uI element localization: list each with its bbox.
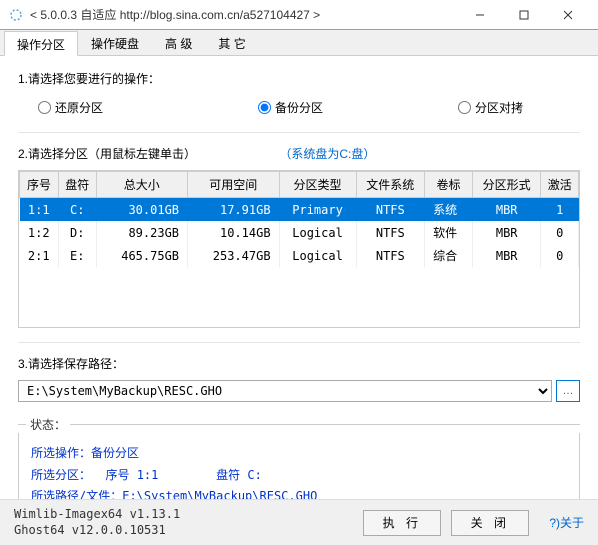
close-button[interactable] xyxy=(546,0,590,30)
table-header[interactable]: 盘符 xyxy=(59,172,97,198)
browse-button[interactable]: … xyxy=(556,380,580,402)
operation-radios: 还原分区 备份分区 分区对拷 xyxy=(18,95,580,130)
table-header[interactable]: 卷标 xyxy=(425,172,473,198)
tab-other[interactable]: 其 它 xyxy=(205,30,258,55)
save-path-input[interactable]: E:\System\MyBackup\RESC.GHO xyxy=(18,380,552,402)
tab-bar: 操作分区 操作硬盘 高 级 其 它 xyxy=(0,30,598,56)
radio-restore[interactable]: 还原分区 xyxy=(38,99,258,116)
section1-label: 1.请选择您要进行的操作： xyxy=(18,70,580,87)
table-header[interactable]: 分区形式 xyxy=(472,172,541,198)
table-header[interactable]: 文件系统 xyxy=(356,172,425,198)
close-footer-button[interactable]: 关 闭 xyxy=(451,510,529,536)
radio-copy[interactable]: 分区对拷 xyxy=(458,99,523,116)
footer: Wimlib-Imagex64 v1.13.1 Ghost64 v12.0.0.… xyxy=(0,499,598,545)
about-link[interactable]: ?)关于 xyxy=(549,514,584,531)
tab-partition[interactable]: 操作分区 xyxy=(4,31,78,56)
execute-button[interactable]: 执 行 xyxy=(363,510,441,536)
titlebar: < 5.0.0.3 自适应 http://blog.sina.com.cn/a5… xyxy=(0,0,598,30)
tab-advanced[interactable]: 高 级 xyxy=(152,30,205,55)
tab-disk[interactable]: 操作硬盘 xyxy=(78,30,152,55)
section3-label: 3.请选择保存路径： xyxy=(18,355,580,372)
table-row[interactable]: 1:2D:89.23GB10.14GBLogicalNTFS软件MBR0 xyxy=(20,221,579,244)
section2-label: 2.请选择分区（用鼠标左键单击） （系统盘为C:盘） xyxy=(18,145,580,162)
window-title: < 5.0.0.3 自适应 http://blog.sina.com.cn/a5… xyxy=(30,6,458,23)
table-header[interactable]: 激活 xyxy=(541,172,579,198)
table-header[interactable]: 分区类型 xyxy=(279,172,356,198)
table-header[interactable]: 序号 xyxy=(20,172,59,198)
table-row[interactable]: 2:1E:465.75GB253.47GBLogicalNTFS综合MBR0 xyxy=(20,244,579,267)
minimize-button[interactable] xyxy=(458,0,502,30)
partition-table[interactable]: 序号盘符总大小可用空间分区类型文件系统卷标分区形式激活 1:1C:30.01GB… xyxy=(18,170,580,328)
status-legend: 状态： xyxy=(18,416,580,433)
app-icon xyxy=(8,7,24,23)
radio-backup[interactable]: 备份分区 xyxy=(258,99,458,116)
system-disk-hint: （系统盘为C:盘） xyxy=(279,147,375,161)
table-header[interactable]: 总大小 xyxy=(96,172,188,198)
maximize-button[interactable] xyxy=(502,0,546,30)
version-info: Wimlib-Imagex64 v1.13.1 Ghost64 v12.0.0.… xyxy=(14,507,363,538)
table-row[interactable]: 1:1C:30.01GB17.91GBPrimaryNTFS系统MBR1 xyxy=(20,198,579,222)
table-header[interactable]: 可用空间 xyxy=(188,172,280,198)
